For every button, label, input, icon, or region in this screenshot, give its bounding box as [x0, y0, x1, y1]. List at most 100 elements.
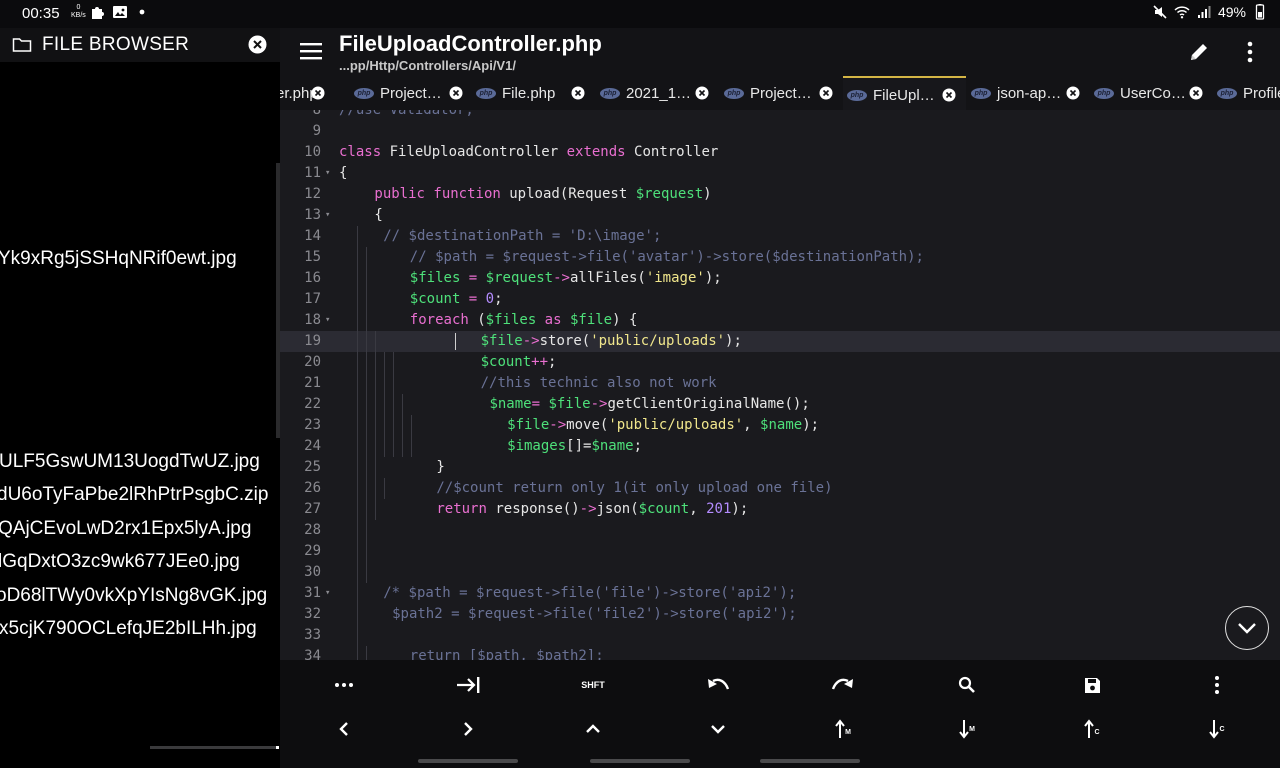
- code-line[interactable]: 9: [280, 121, 1280, 142]
- code-text: /* $path = $request->file('file')->store…: [383, 583, 796, 604]
- code-token: ->: [590, 396, 608, 412]
- jump-bottom-m-button[interactable]: M: [947, 711, 987, 747]
- code-line[interactable]: 24 $images[]=$name;: [280, 436, 1280, 457]
- close-tab-icon[interactable]: [695, 86, 709, 100]
- code-line[interactable]: 19 $file->store('public/uploads');: [280, 331, 1280, 352]
- edit-pencil-icon[interactable]: [1188, 41, 1210, 63]
- code-line[interactable]: 18 ▾ foreach ($files as $file) {: [280, 310, 1280, 331]
- code-token: (: [468, 312, 486, 328]
- tab-file[interactable]: php FileUpl…: [843, 76, 966, 110]
- file-item[interactable]: ULF5GswUM13UogdTwUZ.jpg: [0, 451, 260, 473]
- code-line[interactable]: 8 //use Validator;: [280, 110, 1280, 121]
- code-label: C: [1094, 728, 1100, 736]
- code-token: $name: [760, 417, 803, 433]
- more-horiz-button[interactable]: [324, 667, 364, 703]
- code-token: );: [725, 333, 742, 349]
- cursor-left-button[interactable]: [324, 711, 364, 747]
- code-line[interactable]: 11 ▾ {: [280, 163, 1280, 184]
- code-line[interactable]: 30: [280, 562, 1280, 583]
- text-cursor: [455, 333, 456, 350]
- search-button[interactable]: [947, 667, 987, 703]
- jump-top-c-button[interactable]: C: [1072, 711, 1112, 747]
- file-item[interactable]: Yk9xRg5jSSHqNRif0ewt.jpg: [0, 248, 237, 270]
- code-line[interactable]: 20 $count++;: [280, 352, 1280, 373]
- code-line[interactable]: 10 class FileUploadController extends Con…: [280, 142, 1280, 163]
- close-tab-icon[interactable]: [1066, 86, 1080, 100]
- tab-indent-button[interactable]: [448, 667, 488, 703]
- indent-guide: [375, 499, 376, 520]
- cursor-right-button[interactable]: [448, 711, 488, 747]
- save-button[interactable]: [1072, 667, 1112, 703]
- tab-file[interactable]: php Project…: [720, 76, 843, 110]
- indent-guide: [375, 331, 376, 352]
- fold-toggle-icon[interactable]: ▾: [325, 583, 330, 604]
- jump-bottom-c-button[interactable]: C: [1197, 711, 1237, 747]
- file-item[interactable]: oD68lTWy0vkXpYIsNg8vGK.jpg: [0, 585, 267, 607]
- code-line[interactable]: 33: [280, 625, 1280, 646]
- file-item[interactable]: QAjCEvoLwD2rx1Epx5lyA.jpg: [0, 518, 251, 540]
- nav-pill[interactable]: [590, 759, 690, 763]
- close-tab-icon[interactable]: [311, 86, 325, 100]
- horizontal-scrollbar[interactable]: [150, 746, 276, 749]
- redo-button[interactable]: [823, 667, 863, 703]
- fold-toggle-icon[interactable]: ▾: [325, 163, 330, 184]
- cursor-down-button[interactable]: [698, 711, 738, 747]
- fold-toggle-icon[interactable]: ▾: [325, 310, 330, 331]
- code-line[interactable]: 34 return [$path, $path2];: [280, 646, 1280, 660]
- tab-file[interactable]: php UserCo…: [1090, 76, 1213, 110]
- close-file-browser-icon[interactable]: [248, 35, 267, 54]
- code-line[interactable]: 27 return response()->json($count, 201);: [280, 499, 1280, 520]
- close-tab-icon[interactable]: [1189, 86, 1203, 100]
- code-line[interactable]: 21 //this technic also not work: [280, 373, 1280, 394]
- fold-toggle-icon[interactable]: ▾: [325, 205, 330, 226]
- more-vert-icon[interactable]: [1240, 41, 1260, 63]
- code-line[interactable]: 29: [280, 541, 1280, 562]
- code-line[interactable]: 15 // $path = $request->file('avatar')->s…: [280, 247, 1280, 268]
- code-line[interactable]: 32 $path2 = $request->file('file2')->stor…: [280, 604, 1280, 625]
- code-token: $path2 = $request->file('file2')->store(…: [392, 606, 797, 622]
- code-token: );: [802, 417, 820, 433]
- tab-file[interactable]: php File.php: [472, 76, 595, 110]
- code-token: /* $path = $request->file('file')->store…: [383, 585, 797, 601]
- indent-guide: [366, 247, 367, 268]
- shift-key-button[interactable]: SHFT: [573, 667, 613, 703]
- status-bar: 00:35 0 KB/s 49%: [0, 0, 1280, 28]
- code-line[interactable]: 26 //$count return only 1(it only upload …: [280, 478, 1280, 499]
- file-item[interactable]: x5cjK790OCLefqJE2bILHh.jpg: [0, 618, 257, 640]
- line-number: 27: [304, 501, 321, 517]
- jump-top-m-button[interactable]: M: [823, 711, 863, 747]
- code-token: =: [460, 270, 486, 286]
- code-line[interactable]: 25}: [280, 457, 1280, 478]
- close-tab-icon[interactable]: [449, 86, 463, 100]
- close-tab-icon[interactable]: [942, 88, 956, 102]
- more-options-button[interactable]: [1197, 667, 1237, 703]
- tab-file[interactable]: php Profile: [1213, 76, 1280, 110]
- code-line[interactable]: 28: [280, 520, 1280, 541]
- code-line[interactable]: 31 ▾ /* $path = $request->file('file')->st…: [280, 583, 1280, 604]
- code-line[interactable]: 23 $file->move('public/uploads', $name);: [280, 415, 1280, 436]
- code-line[interactable]: 17 $count = 0;: [280, 289, 1280, 310]
- code-line[interactable]: 16 $files = $request->allFiles('image');: [280, 268, 1280, 289]
- tab-file[interactable]: php 2021_1…: [596, 76, 719, 110]
- code-line[interactable]: 12 public function upload(Request $reques…: [280, 184, 1280, 205]
- tab-file[interactable]: php Project…: [350, 76, 473, 110]
- nav-pill[interactable]: [418, 759, 518, 763]
- code-line[interactable]: 14 // $destinationPath = 'D:\image';: [280, 226, 1280, 247]
- cursor-up-button[interactable]: [573, 711, 613, 747]
- more-vert-icon: [1215, 676, 1219, 694]
- hamburger-menu-icon[interactable]: [300, 43, 322, 60]
- file-item[interactable]: lGqDxtO3zc9wk677JEe0.jpg: [0, 551, 240, 573]
- folder-icon: [12, 38, 32, 52]
- close-tab-icon[interactable]: [571, 86, 585, 100]
- code-editor[interactable]: 8 //use Validator; 9 10 class FileUploadCont…: [280, 110, 1280, 660]
- file-item[interactable]: dU6oTyFaPbe2lRhPtrPsgbC.zip: [0, 484, 268, 506]
- undo-button[interactable]: [698, 667, 738, 703]
- indent-guide: [375, 373, 376, 394]
- tab-file[interactable]: php json-ap…: [967, 76, 1090, 110]
- scroll-down-button[interactable]: [1225, 606, 1269, 650]
- code-line[interactable]: 22 $name= $file->getClientOriginalName();: [280, 394, 1280, 415]
- code-line[interactable]: 13 ▾ {: [280, 205, 1280, 226]
- close-tab-icon[interactable]: [819, 86, 833, 100]
- code-token: move(: [566, 417, 609, 433]
- nav-pill[interactable]: [760, 759, 860, 763]
